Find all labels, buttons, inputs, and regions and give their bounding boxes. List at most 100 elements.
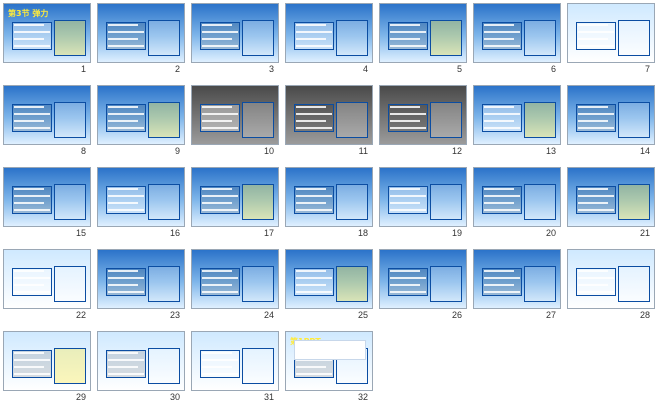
logo-block	[294, 340, 366, 360]
slide-text-line	[108, 352, 138, 354]
slide-thumbnail-16[interactable]: 16	[94, 164, 186, 246]
slide-thumbnail-4[interactable]: 4	[282, 0, 374, 82]
slide-text-line	[578, 38, 608, 40]
slide-text-line	[202, 270, 232, 272]
slide-thumbnail-31[interactable]: 31	[188, 328, 280, 410]
slide-text-line	[578, 284, 608, 286]
slide-thumbnail-13[interactable]: 13	[470, 82, 562, 164]
slide-preview	[473, 167, 561, 227]
slide-thumbnail-2[interactable]: 2	[94, 0, 186, 82]
slide-preview	[191, 3, 279, 63]
slide-text-line	[14, 188, 44, 190]
slide-text-line	[296, 31, 332, 33]
slide-thumbnail-24[interactable]: 24	[188, 246, 280, 328]
slide-number: 13	[545, 146, 556, 156]
slide-thumbnail-5[interactable]: 5	[376, 0, 468, 82]
slide-number: 20	[545, 228, 556, 238]
slide-text-line	[578, 291, 614, 293]
slide-thumbnail-32[interactable]: 第1PPT32	[282, 328, 374, 410]
slide-preview	[285, 167, 373, 227]
slide-preview	[191, 167, 279, 227]
slide-thumbnail-18[interactable]: 18	[282, 164, 374, 246]
slide-text-line	[202, 195, 238, 197]
slide-text-line	[296, 113, 332, 115]
slide-number: 7	[644, 64, 650, 74]
slide-thumbnail-15[interactable]: 15	[0, 164, 92, 246]
slide-thumbnail-19[interactable]: 19	[376, 164, 468, 246]
slide-number: 31	[263, 392, 274, 402]
slide-text-line	[484, 31, 520, 33]
slide-thumbnail-10[interactable]: 10	[188, 82, 280, 164]
slide-text-line	[578, 106, 608, 108]
slide-thumbnail-12[interactable]: 12	[376, 82, 468, 164]
slide-text-line	[14, 113, 50, 115]
slide-thumbnail-26[interactable]: 26	[376, 246, 468, 328]
slide-thumbnail-21[interactable]: 21	[564, 164, 656, 246]
slide-thumbnail-11[interactable]: 11	[282, 82, 374, 164]
slide-image-block	[336, 266, 368, 302]
slide-text-line	[484, 188, 514, 190]
slide-text-line	[14, 352, 44, 354]
slide-thumbnail-17[interactable]: 17	[188, 164, 280, 246]
slide-text-line	[390, 106, 420, 108]
slide-thumbnail-30[interactable]: 30	[94, 328, 186, 410]
slide-text-line	[14, 202, 44, 204]
slide-text-line	[390, 291, 426, 293]
slide-number: 19	[451, 228, 462, 238]
slide-text-line	[202, 188, 232, 190]
slide-thumbnail-25[interactable]: 25	[282, 246, 374, 328]
slide-preview	[97, 3, 185, 63]
slide-number: 15	[75, 228, 86, 238]
slide-preview	[473, 249, 561, 309]
slide-thumbnail-3[interactable]: 3	[188, 0, 280, 82]
slide-text-line	[296, 291, 332, 293]
slide-text-line	[14, 38, 44, 40]
slide-thumbnail-20[interactable]: 20	[470, 164, 562, 246]
slide-text-line	[296, 38, 326, 40]
slide-text-line	[390, 277, 426, 279]
slide-number: 16	[169, 228, 180, 238]
slide-thumbnail-23[interactable]: 23	[94, 246, 186, 328]
slide-thumbnail-27[interactable]: 27	[470, 246, 562, 328]
slide-thumbnail-6[interactable]: 6	[470, 0, 562, 82]
slide-preview	[379, 85, 467, 145]
slide-thumbnail-22[interactable]: 22	[0, 246, 92, 328]
slide-thumbnail-28[interactable]: 28	[564, 246, 656, 328]
slide-thumbnail-1[interactable]: 第3节 弹力 1	[0, 0, 92, 82]
slide-text-line	[202, 277, 238, 279]
slide-text-line	[578, 31, 614, 33]
slide-text-line	[390, 113, 426, 115]
slide-text-line	[296, 202, 326, 204]
slide-text-line	[578, 195, 614, 197]
slide-image-block	[54, 348, 86, 384]
slide-number: 17	[263, 228, 274, 238]
slide-text-line	[202, 45, 238, 47]
slide-text-line	[484, 202, 514, 204]
slide-image-block	[524, 184, 556, 220]
slide-thumbnail-14[interactable]: 14	[564, 82, 656, 164]
slide-thumbnail-9[interactable]: 9	[94, 82, 186, 164]
slide-text-line	[14, 277, 50, 279]
slide-text-line	[296, 366, 326, 368]
slide-thumbnail-29[interactable]: 29	[0, 328, 92, 410]
slide-text-line	[108, 359, 144, 361]
slide-text-line	[14, 270, 44, 272]
slide-text-line	[108, 45, 144, 47]
slide-thumbnail-8[interactable]: 8	[0, 82, 92, 164]
slide-text-line	[390, 127, 426, 129]
slide-text-line	[14, 291, 50, 293]
slide-text-line	[578, 209, 614, 211]
slide-image-block	[618, 266, 650, 302]
slide-preview	[379, 249, 467, 309]
slide-thumbnail-7[interactable]: 7	[564, 0, 656, 82]
slide-image-block	[430, 266, 462, 302]
slide-text-line	[108, 284, 138, 286]
slide-text-line	[390, 38, 420, 40]
slide-text-line	[108, 113, 144, 115]
slide-preview	[97, 249, 185, 309]
slide-text-line	[484, 120, 514, 122]
slide-text-line	[484, 127, 520, 129]
slide-text-line	[108, 209, 144, 211]
slide-text-line	[108, 373, 144, 375]
slide-number: 12	[451, 146, 462, 156]
